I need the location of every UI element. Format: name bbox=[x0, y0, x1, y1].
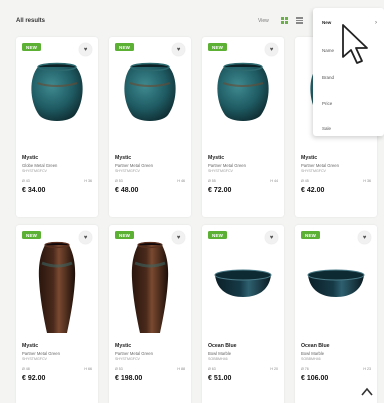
product-card[interactable]: NEW ♥ Mystic Partner Metal Green SHYSTMGFCV Ø… bbox=[109, 225, 191, 403]
product-card[interactable]: NEW ♥ Mystic Globe Metal Green SHYSTMGFCV Ø 4… bbox=[16, 37, 98, 217]
dimension-height: H 66 bbox=[84, 367, 92, 371]
sort-option-brand[interactable]: Brand bbox=[322, 75, 334, 80]
dimension-diameter: Ø 76 bbox=[301, 367, 309, 371]
product-subtitle: Globe Metal Green bbox=[22, 163, 58, 168]
product-subtitle: Bowl Marble bbox=[208, 351, 232, 356]
dimension-height: H 44 bbox=[270, 179, 278, 183]
dimension-height: H 88 bbox=[177, 367, 185, 371]
new-badge: NEW bbox=[208, 231, 228, 239]
product-price: € 51.00 bbox=[208, 375, 232, 382]
grid-view-icon[interactable] bbox=[281, 17, 288, 24]
heart-icon[interactable]: ♥ bbox=[358, 231, 371, 244]
dimension-diameter: Ø 53 bbox=[115, 367, 123, 371]
product-subtitle: Bowl Marble bbox=[301, 351, 325, 356]
product-dimensions: Ø 45 H 36 bbox=[301, 179, 371, 183]
dimension-diameter: Ø 45 bbox=[301, 179, 309, 183]
sort-option-new[interactable]: New bbox=[322, 20, 331, 25]
product-image[interactable] bbox=[109, 239, 191, 339]
product-code: SHYSTMGFCV bbox=[115, 169, 140, 173]
new-badge: NEW bbox=[22, 43, 42, 51]
sort-option-name[interactable]: Name bbox=[322, 48, 334, 53]
product-price: € 198.00 bbox=[115, 375, 143, 382]
dimension-diameter: Ø 43 bbox=[22, 179, 30, 183]
product-dimensions: Ø 76 H 23 bbox=[301, 367, 371, 371]
product-image[interactable] bbox=[16, 59, 98, 127]
dimension-height: H 20 bbox=[270, 367, 278, 371]
product-dimensions: Ø 55 H 44 bbox=[208, 179, 278, 183]
heart-icon[interactable]: ♥ bbox=[265, 231, 278, 244]
product-card[interactable]: NEW ♥ Ocean Blue Bowl Marble SOBBMH46 Ø 63 H 2… bbox=[202, 225, 284, 403]
product-price: € 72.00 bbox=[208, 187, 232, 194]
product-dimensions: Ø 53 H 46 bbox=[115, 179, 185, 183]
product-code: SHYSTMGFCV bbox=[301, 169, 326, 173]
new-badge: NEW bbox=[115, 231, 135, 239]
dimension-diameter: Ø 48 bbox=[22, 367, 30, 371]
product-name[interactable]: Mystic bbox=[301, 155, 317, 161]
product-code: SHYSTMGFCV bbox=[22, 169, 47, 173]
dimension-height: H 36 bbox=[84, 179, 92, 183]
product-code: SHYSTMGFCV bbox=[115, 357, 140, 361]
list-view-icon[interactable] bbox=[296, 17, 303, 24]
product-dimensions: Ø 63 H 20 bbox=[208, 367, 278, 371]
product-dimensions: Ø 53 H 88 bbox=[115, 367, 185, 371]
product-name[interactable]: Ocean Blue bbox=[301, 343, 330, 349]
product-card[interactable]: NEW ♥ Ocean Blue Bowl Marble SOBBMH46 Ø 76 H 2… bbox=[295, 225, 377, 403]
product-image[interactable] bbox=[109, 59, 191, 127]
product-name[interactable]: Mystic bbox=[208, 155, 224, 161]
dimension-height: H 36 bbox=[363, 179, 371, 183]
new-badge: NEW bbox=[115, 43, 135, 51]
product-price: € 42.00 bbox=[301, 187, 325, 194]
product-subtitle: Partner Metal Green bbox=[22, 351, 60, 356]
product-image[interactable] bbox=[202, 59, 284, 127]
new-badge: NEW bbox=[208, 43, 228, 51]
product-subtitle: Partner Metal Green bbox=[208, 163, 246, 168]
results-count: All results bbox=[16, 18, 46, 24]
product-dimensions: Ø 43 H 36 bbox=[22, 179, 92, 183]
product-price: € 34.00 bbox=[22, 187, 46, 194]
chevron-down-icon[interactable]: › bbox=[375, 20, 377, 26]
product-subtitle: Partner Metal Green bbox=[115, 163, 153, 168]
dimension-diameter: Ø 63 bbox=[208, 367, 216, 371]
heart-icon[interactable]: ♥ bbox=[265, 43, 278, 56]
product-image[interactable] bbox=[202, 265, 284, 301]
product-card[interactable]: NEW ♥ Mystic Partner Metal Green SHYSTMGFCV Ø… bbox=[16, 225, 98, 403]
product-name[interactable]: Mystic bbox=[115, 343, 131, 349]
product-subtitle: Partner Metal Green bbox=[115, 351, 153, 356]
product-dimensions: Ø 48 H 66 bbox=[22, 367, 92, 371]
mouse-pointer-icon bbox=[342, 24, 368, 64]
view-label: View bbox=[258, 18, 269, 24]
sort-option-sale[interactable]: Sale bbox=[322, 126, 331, 131]
dimension-diameter: Ø 55 bbox=[208, 179, 216, 183]
product-code: SOBBMH46 bbox=[208, 357, 228, 361]
dimension-diameter: Ø 53 bbox=[115, 179, 123, 183]
product-code: SHYSTMGFCV bbox=[208, 169, 233, 173]
new-badge: NEW bbox=[22, 231, 42, 239]
product-code: SHYSTMGFCV bbox=[22, 357, 47, 361]
dimension-height: H 46 bbox=[177, 179, 185, 183]
product-price: € 106.00 bbox=[301, 375, 329, 382]
product-subtitle: Partner Metal Green bbox=[301, 163, 339, 168]
sort-option-price[interactable]: Price bbox=[322, 101, 332, 106]
product-image[interactable] bbox=[16, 239, 98, 339]
heart-icon[interactable]: ♥ bbox=[172, 43, 185, 56]
product-price: € 92.00 bbox=[22, 375, 46, 382]
product-name[interactable]: Mystic bbox=[22, 155, 38, 161]
product-name[interactable]: Mystic bbox=[22, 343, 38, 349]
product-price: € 48.00 bbox=[115, 187, 139, 194]
product-name[interactable]: Mystic bbox=[115, 155, 131, 161]
product-name[interactable]: Ocean Blue bbox=[208, 343, 237, 349]
heart-icon[interactable]: ♥ bbox=[79, 43, 92, 56]
chevron-up-icon[interactable] bbox=[360, 385, 374, 399]
product-card[interactable]: NEW ♥ Mystic Partner Metal Green SHYSTMGFCV Ø… bbox=[109, 37, 191, 217]
product-image[interactable] bbox=[295, 265, 377, 301]
new-badge: NEW bbox=[301, 231, 321, 239]
product-code: SOBBMH46 bbox=[301, 357, 321, 361]
product-card[interactable]: NEW ♥ Mystic Partner Metal Green SHYSTMGFCV Ø… bbox=[202, 37, 284, 217]
dimension-height: H 23 bbox=[363, 367, 371, 371]
